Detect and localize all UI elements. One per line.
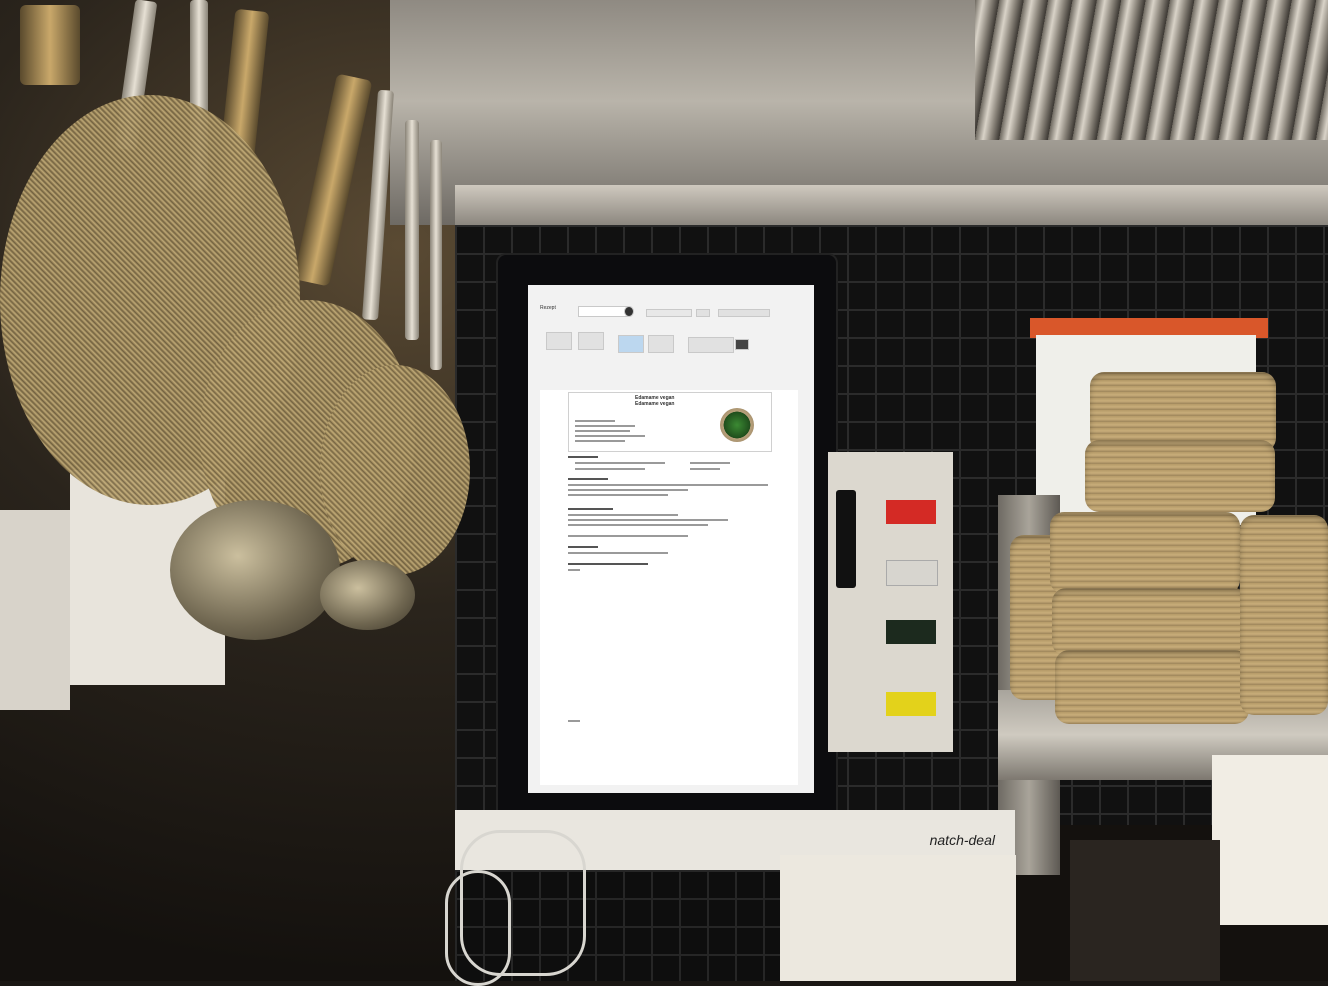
ladle bbox=[170, 500, 340, 640]
utensil-rod bbox=[430, 140, 442, 370]
chart-clip bbox=[836, 490, 856, 588]
recipe-subtitle: Edamame vegan bbox=[635, 401, 675, 407]
strainer-handle bbox=[20, 5, 80, 85]
view-button-active[interactable] bbox=[618, 335, 644, 353]
bamboo-steamer bbox=[1055, 650, 1249, 724]
power-cable bbox=[445, 870, 511, 986]
utensil-rack bbox=[975, 0, 1328, 140]
dish-image bbox=[720, 408, 754, 442]
monitor-screen: Rezept Edamame vegan Edamame vegan bbox=[528, 285, 814, 793]
prev-button[interactable] bbox=[546, 332, 572, 350]
photo-menu bbox=[1070, 840, 1220, 981]
menu-card bbox=[780, 855, 1016, 981]
wall-paper-left bbox=[0, 510, 70, 710]
swatch-red bbox=[886, 500, 936, 524]
filter-stepper[interactable] bbox=[696, 309, 710, 317]
brand-text: natch-deal bbox=[929, 832, 995, 848]
utensil-rod bbox=[405, 120, 419, 340]
swatch-green bbox=[886, 620, 936, 644]
swatch-white bbox=[886, 560, 938, 586]
bamboo-steamer bbox=[1085, 440, 1275, 512]
bamboo-steamer bbox=[1050, 512, 1240, 594]
handwritten-note bbox=[1212, 755, 1328, 925]
filter-field[interactable] bbox=[646, 309, 692, 317]
recipe-select[interactable] bbox=[578, 306, 630, 317]
hood-edge bbox=[455, 185, 1328, 225]
bamboo-steamer bbox=[1052, 588, 1248, 656]
printer-icon[interactable] bbox=[735, 339, 749, 350]
print-button[interactable] bbox=[688, 337, 734, 353]
swatch-yellow bbox=[886, 692, 936, 716]
recipe-document: Edamame vegan Edamame vegan bbox=[540, 390, 798, 785]
spinner-icon[interactable] bbox=[624, 306, 634, 317]
ladle bbox=[320, 560, 415, 630]
mesh-strainer bbox=[320, 365, 470, 575]
bamboo-steamer bbox=[1240, 515, 1328, 715]
search-field[interactable] bbox=[718, 309, 770, 317]
next-button[interactable] bbox=[578, 332, 604, 350]
view-button[interactable] bbox=[648, 335, 674, 353]
toolbar-label: Rezept bbox=[540, 305, 556, 311]
